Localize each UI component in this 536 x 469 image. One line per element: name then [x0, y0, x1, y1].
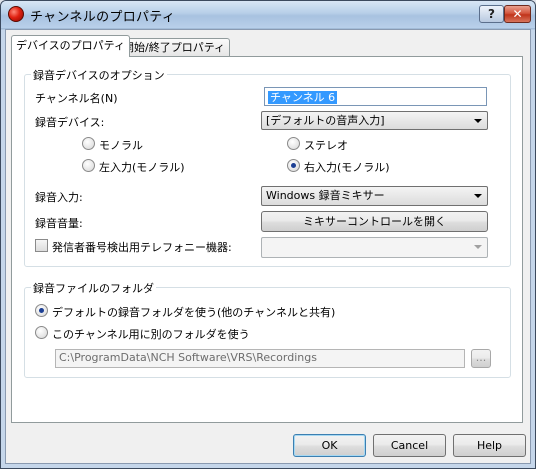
radio-default-folder[interactable] [35, 304, 48, 317]
radio-mono-label: モノラル [99, 139, 143, 152]
recording-folder-group: 録音ファイルのフォルダ デフォルトの録音フォルダを使う(他のチャンネルと共有) … [24, 280, 511, 378]
chevron-down-icon [474, 245, 482, 249]
radio-stereo-label: ステレオ [304, 139, 348, 152]
radio-right-input-label: 右入力(モノラル) [304, 161, 390, 174]
chevron-down-icon [474, 194, 482, 198]
channel-name-label: チャンネル名(N) [35, 92, 118, 105]
recording-input-select[interactable]: Windows 録音ミキサー [261, 186, 488, 206]
chevron-down-icon [474, 119, 482, 123]
device-options-group-title: 録音デバイスのオプション [31, 67, 167, 83]
caller-id-label: 発信者番号検出用テレフォニー機器: [52, 241, 232, 254]
radio-left-input-label: 左入力(モノラル) [99, 161, 185, 174]
title-bar[interactable]: チャンネルのプロパティ ? ✕ [1, 1, 535, 28]
radio-mono[interactable] [82, 137, 95, 150]
browse-folder-button[interactable]: ... [471, 349, 491, 368]
help-button[interactable]: Help [453, 434, 526, 457]
radio-default-folder-label: デフォルトの録音フォルダを使う(他のチャンネルと共有) [52, 306, 336, 319]
properties-dialog: チャンネルのプロパティ ? ✕ デバイスのプロパティ 開始/終了プロパティ 録音… [0, 0, 536, 469]
caller-id-checkbox[interactable] [35, 239, 48, 252]
recording-folder-group-title: 録音ファイルのフォルダ [31, 280, 156, 296]
ok-button[interactable]: OK [293, 434, 366, 457]
recording-input-value: Windows 録音ミキサー [266, 189, 385, 202]
recording-device-select[interactable]: [デフォルトの音声入力] [261, 111, 488, 130]
folder-path-input[interactable]: C:\ProgramData\NCH Software\VRS\Recordin… [55, 349, 465, 368]
recording-input-label: 録音入力: [35, 191, 83, 204]
app-record-icon [8, 6, 24, 22]
radio-left-input[interactable] [82, 159, 95, 172]
recording-volume-label: 録音音量: [35, 217, 83, 230]
titlebar-help-button[interactable]: ? [479, 5, 504, 23]
dialog-client: デバイスのプロパティ 開始/終了プロパティ 録音デバイスのオプション チャンネル… [5, 29, 531, 464]
radio-stereo[interactable] [287, 137, 300, 150]
tab-start-stop-properties[interactable]: 開始/終了プロパティ [118, 38, 231, 58]
cancel-button[interactable]: Cancel [373, 434, 446, 457]
radio-right-input[interactable] [287, 159, 300, 172]
channel-name-value: チャンネル 6 [268, 91, 338, 104]
open-mixer-button[interactable]: ミキサーコントロールを開く [261, 211, 488, 232]
tab-device-properties[interactable]: デバイスのプロパティ [11, 35, 131, 57]
recording-device-value: [デフォルトの音声入力] [266, 114, 385, 127]
recording-device-label: 録音デバイス: [35, 116, 105, 129]
caller-id-device-select[interactable] [261, 237, 488, 258]
radio-custom-folder[interactable] [35, 326, 48, 339]
titlebar-close-button[interactable]: ✕ [504, 5, 531, 23]
window-title: チャンネルのプロパティ [30, 10, 176, 25]
radio-custom-folder-label: このチャンネル用に別のフォルダを使う [52, 328, 250, 341]
tab-panel: 録音デバイスのオプション チャンネル名(N) チャンネル 6 録音デバイス: [… [11, 56, 523, 423]
channel-name-input[interactable]: チャンネル 6 [264, 87, 487, 106]
device-options-group: 録音デバイスのオプション チャンネル名(N) チャンネル 6 録音デバイス: [… [24, 67, 511, 267]
